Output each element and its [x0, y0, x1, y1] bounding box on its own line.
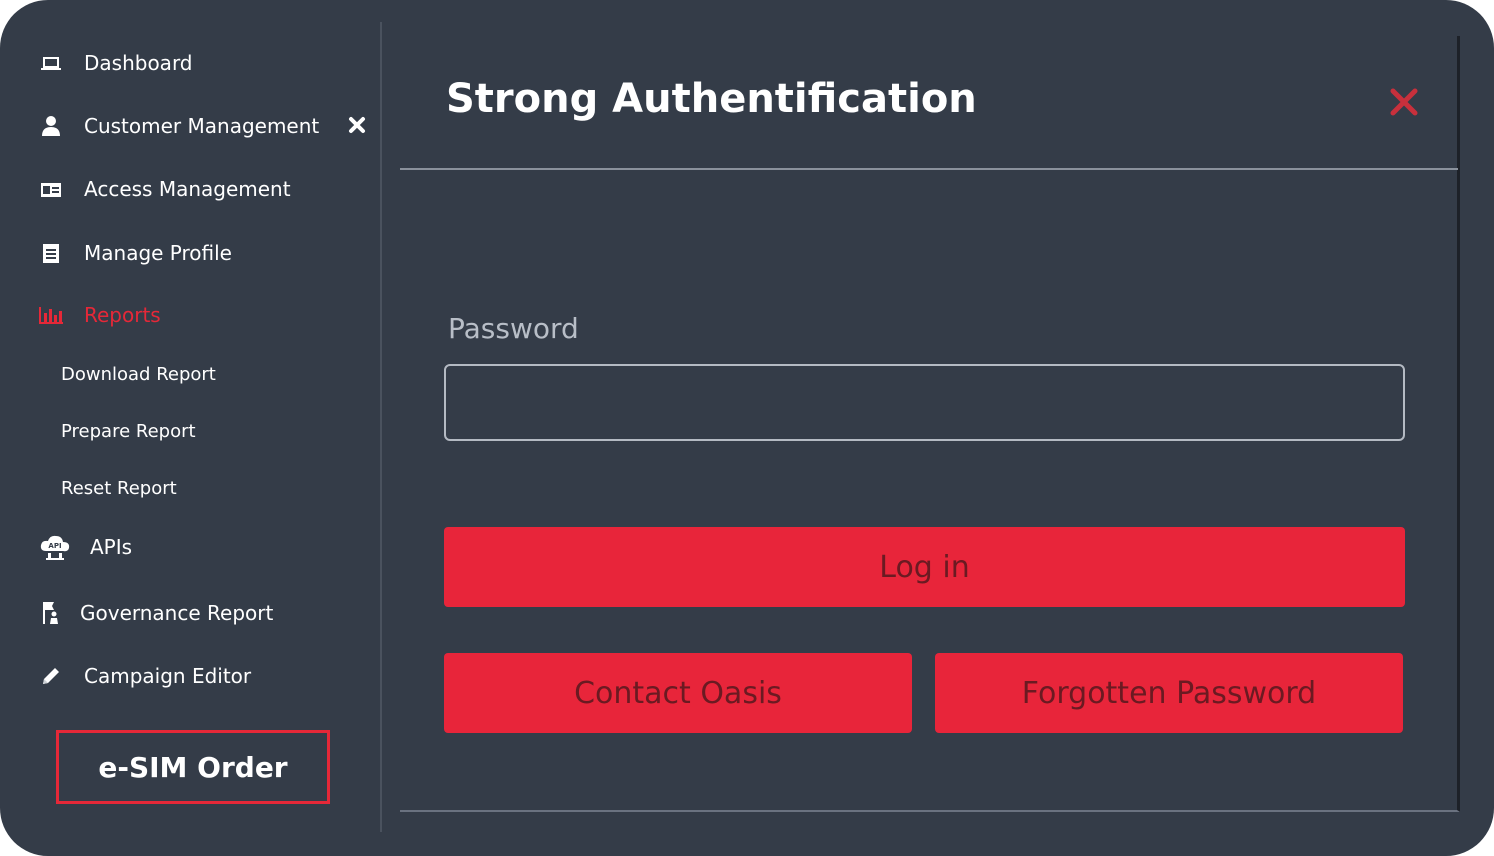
svg-text:API: API — [48, 542, 61, 550]
esim-order-button[interactable]: e-SIM Order — [56, 730, 330, 804]
sidebar-item-apis[interactable]: API APIs — [38, 529, 132, 565]
sidebar-item-reports[interactable]: Reports — [38, 297, 161, 333]
sidebar-item-customer-management[interactable]: Customer Management — [38, 108, 319, 144]
pencil-icon — [38, 663, 64, 689]
laptop-icon — [38, 50, 64, 76]
bar-chart-icon — [38, 302, 64, 328]
sidebar-subitem-prepare-report[interactable]: Prepare Report — [61, 416, 196, 446]
sidebar-divider — [380, 22, 382, 832]
sidebar: Dashboard Customer Management Access Man… — [0, 0, 380, 856]
id-card-icon — [38, 176, 64, 202]
api-cloud-icon: API — [38, 534, 72, 560]
password-input[interactable] — [444, 364, 1405, 441]
sidebar-item-dashboard[interactable]: Dashboard — [38, 45, 193, 81]
forgotten-password-button[interactable]: Forgotten Password — [935, 653, 1403, 733]
modal-divider — [400, 168, 1458, 170]
password-label: Password — [448, 312, 579, 345]
user-icon — [38, 113, 64, 139]
auth-modal: Strong Authentification Password Log in … — [400, 36, 1460, 812]
sidebar-item-governance-report[interactable]: Governance Report — [38, 595, 273, 631]
contact-oasis-button[interactable]: Contact Oasis — [444, 653, 912, 733]
close-sidebar-icon[interactable] — [345, 113, 369, 137]
sidebar-item-manage-profile[interactable]: Manage Profile — [38, 235, 232, 271]
document-icon — [38, 240, 64, 266]
sidebar-item-campaign-editor[interactable]: Campaign Editor — [38, 658, 251, 694]
sidebar-item-access-management[interactable]: Access Management — [38, 171, 291, 207]
sidebar-subitem-download-report[interactable]: Download Report — [61, 359, 216, 389]
modal-title: Strong Authentification — [446, 76, 977, 122]
sidebar-subitem-reset-report[interactable]: Reset Report — [61, 473, 177, 503]
app-frame: Dashboard Customer Management Access Man… — [0, 0, 1494, 856]
login-button[interactable]: Log in — [444, 527, 1405, 607]
flag-person-icon — [38, 600, 64, 626]
close-icon[interactable] — [1386, 84, 1422, 120]
